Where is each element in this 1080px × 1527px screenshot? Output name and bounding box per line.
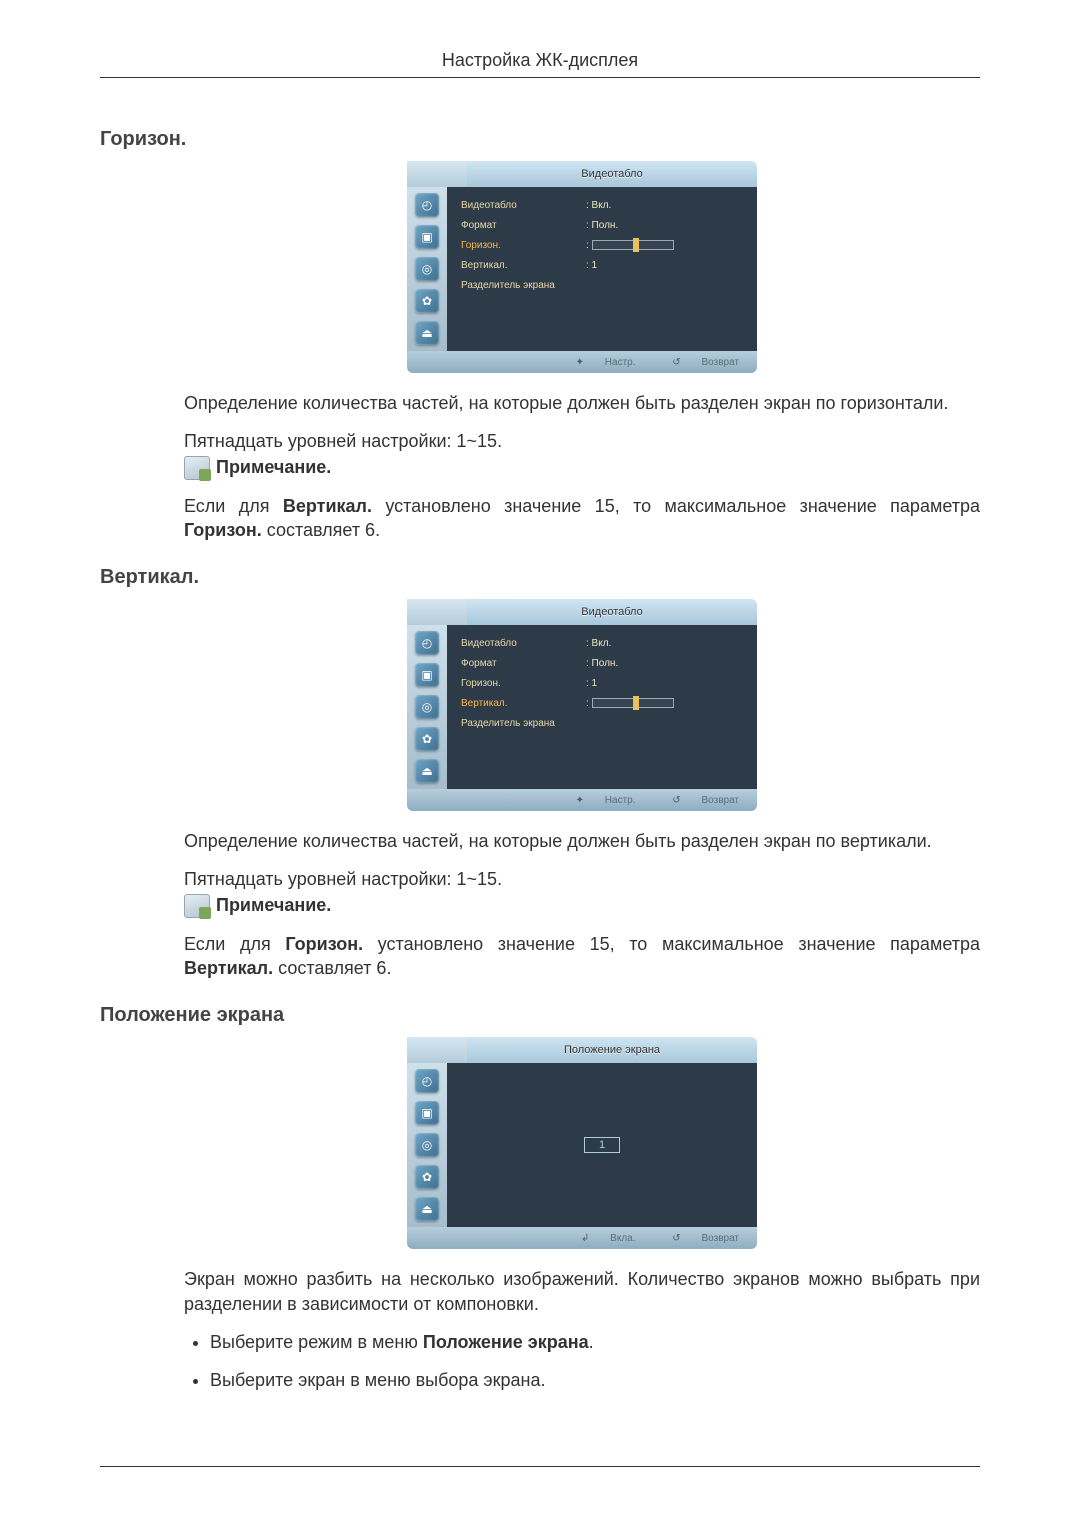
osd-tab-icon[interactable]: ▣	[415, 1101, 439, 1125]
osd-tab-icon[interactable]: ⏏	[415, 321, 439, 345]
osd-tab-icon[interactable]: ⏏	[415, 759, 439, 783]
osd-horizon: Видеотабло ◴ ▣ ◎ ✿ ⏏ Видеотабло: Вкл. Фо…	[407, 161, 757, 373]
note-icon	[184, 894, 210, 918]
osd-foot-label: Возврат	[702, 795, 740, 806]
osd-row-label: Вертикал.	[461, 260, 586, 271]
osd-row-label: Формат	[461, 658, 586, 669]
osd-foot-label: Возврат	[702, 357, 740, 368]
osd-row-value: :	[586, 240, 589, 251]
paragraph: Определение количества частей, на которы…	[184, 391, 980, 415]
osd-tab-icon[interactable]: ◎	[415, 695, 439, 719]
paragraph: Определение количества частей, на которы…	[184, 829, 980, 853]
osd-tab-icon[interactable]: ✿	[415, 289, 439, 313]
osd-footer: ✦ Настр. ↺ Возврат	[407, 789, 757, 811]
return-icon: ↺	[672, 357, 682, 368]
osd-sidebar: ◴ ▣ ◎ ✿ ⏏	[407, 1063, 447, 1227]
paragraph: Пятнадцать уровней настройки: 1~15.	[184, 867, 980, 891]
section-title-vertical: Вертикал.	[100, 566, 980, 589]
osd-row-value: : Полн.	[586, 220, 618, 231]
enter-icon: ↲	[580, 1233, 590, 1244]
osd-title: Видеотабло	[467, 606, 757, 618]
osd-tab-icon[interactable]: ◴	[415, 193, 439, 217]
bullet-list: Выберите режим в меню Положение экрана. …	[184, 1330, 980, 1393]
osd-title: Положение экрана	[467, 1044, 757, 1056]
osd-tab-icon[interactable]: ✿	[415, 1165, 439, 1189]
osd-tab-icon[interactable]: ▣	[415, 663, 439, 687]
osd-tab-icon[interactable]: ✿	[415, 727, 439, 751]
osd-tab-icon[interactable]: ⏏	[415, 1197, 439, 1221]
osd-foot-label: Возврат	[702, 1233, 740, 1244]
osd-row-label: Формат	[461, 220, 586, 231]
osd-row-value: : 1	[586, 260, 597, 271]
note-label: Примечание.	[216, 895, 331, 916]
note-label: Примечание.	[216, 457, 331, 478]
paragraph: Пятнадцать уровней настройки: 1~15.	[184, 429, 980, 453]
osd-screenpos: Положение экрана ◴ ▣ ◎ ✿ ⏏ 1 ↲ Вкла.	[407, 1037, 757, 1249]
return-icon: ↺	[672, 1233, 682, 1244]
osd-slider[interactable]	[592, 698, 674, 708]
osd-row-label: Видеотабло	[461, 638, 586, 649]
osd-row-value: :	[586, 698, 589, 709]
osd-row-label: Разделитель экрана	[461, 718, 586, 729]
osd-row-label: Видеотабло	[461, 200, 586, 211]
paragraph: Если для Вертикал. установлено значение …	[184, 494, 980, 543]
screenpos-value[interactable]: 1	[584, 1137, 620, 1153]
list-item: Выберите экран в меню выбора экрана.	[210, 1368, 980, 1392]
osd-row-label-active: Горизон.	[461, 240, 586, 251]
osd-vertical: Видеотабло ◴ ▣ ◎ ✿ ⏏ Видеотабло: Вкл. Фо…	[407, 599, 757, 811]
osd-foot-label: Настр.	[605, 795, 636, 806]
osd-tab-icon[interactable]: ◎	[415, 257, 439, 281]
osd-row-label: Горизон.	[461, 678, 586, 689]
osd-footer: ✦ Настр. ↺ Возврат	[407, 351, 757, 373]
osd-slider[interactable]	[592, 240, 674, 250]
osd-row-label-active: Вертикал.	[461, 698, 586, 709]
section-title-horizon: Горизон.	[100, 128, 980, 151]
osd-row-label: Разделитель экрана	[461, 280, 586, 291]
osd-sidebar: ◴ ▣ ◎ ✿ ⏏	[407, 187, 447, 351]
list-item: Выберите режим в меню Положение экрана.	[210, 1330, 980, 1354]
page-header: Настройка ЖК-дисплея	[100, 50, 980, 78]
osd-tab-icon[interactable]: ◎	[415, 1133, 439, 1157]
osd-row-value: : 1	[586, 678, 597, 689]
osd-tab-icon[interactable]: ◴	[415, 1069, 439, 1093]
page-header-title: Настройка ЖК-дисплея	[442, 50, 638, 70]
note-icon	[184, 456, 210, 480]
osd-tab-icon[interactable]: ▣	[415, 225, 439, 249]
return-icon: ↺	[672, 795, 682, 806]
osd-sidebar: ◴ ▣ ◎ ✿ ⏏	[407, 625, 447, 789]
osd-tab-icon[interactable]: ◴	[415, 631, 439, 655]
osd-foot-label: Вкла.	[610, 1233, 635, 1244]
osd-row-value: : Вкл.	[586, 200, 611, 211]
adjust-icon: ✦	[575, 795, 585, 806]
section-title-screenpos: Положение экрана	[100, 1004, 980, 1027]
adjust-icon: ✦	[575, 357, 585, 368]
osd-row-value: : Вкл.	[586, 638, 611, 649]
osd-footer: ↲ Вкла. ↺ Возврат	[407, 1227, 757, 1249]
paragraph: Если для Горизон. установлено значение 1…	[184, 932, 980, 981]
paragraph: Экран можно разбить на несколько изображ…	[184, 1267, 980, 1316]
osd-row-value: : Полн.	[586, 658, 618, 669]
osd-title: Видеотабло	[467, 168, 757, 180]
osd-foot-label: Настр.	[605, 357, 636, 368]
page-footer-rule	[100, 1466, 980, 1467]
